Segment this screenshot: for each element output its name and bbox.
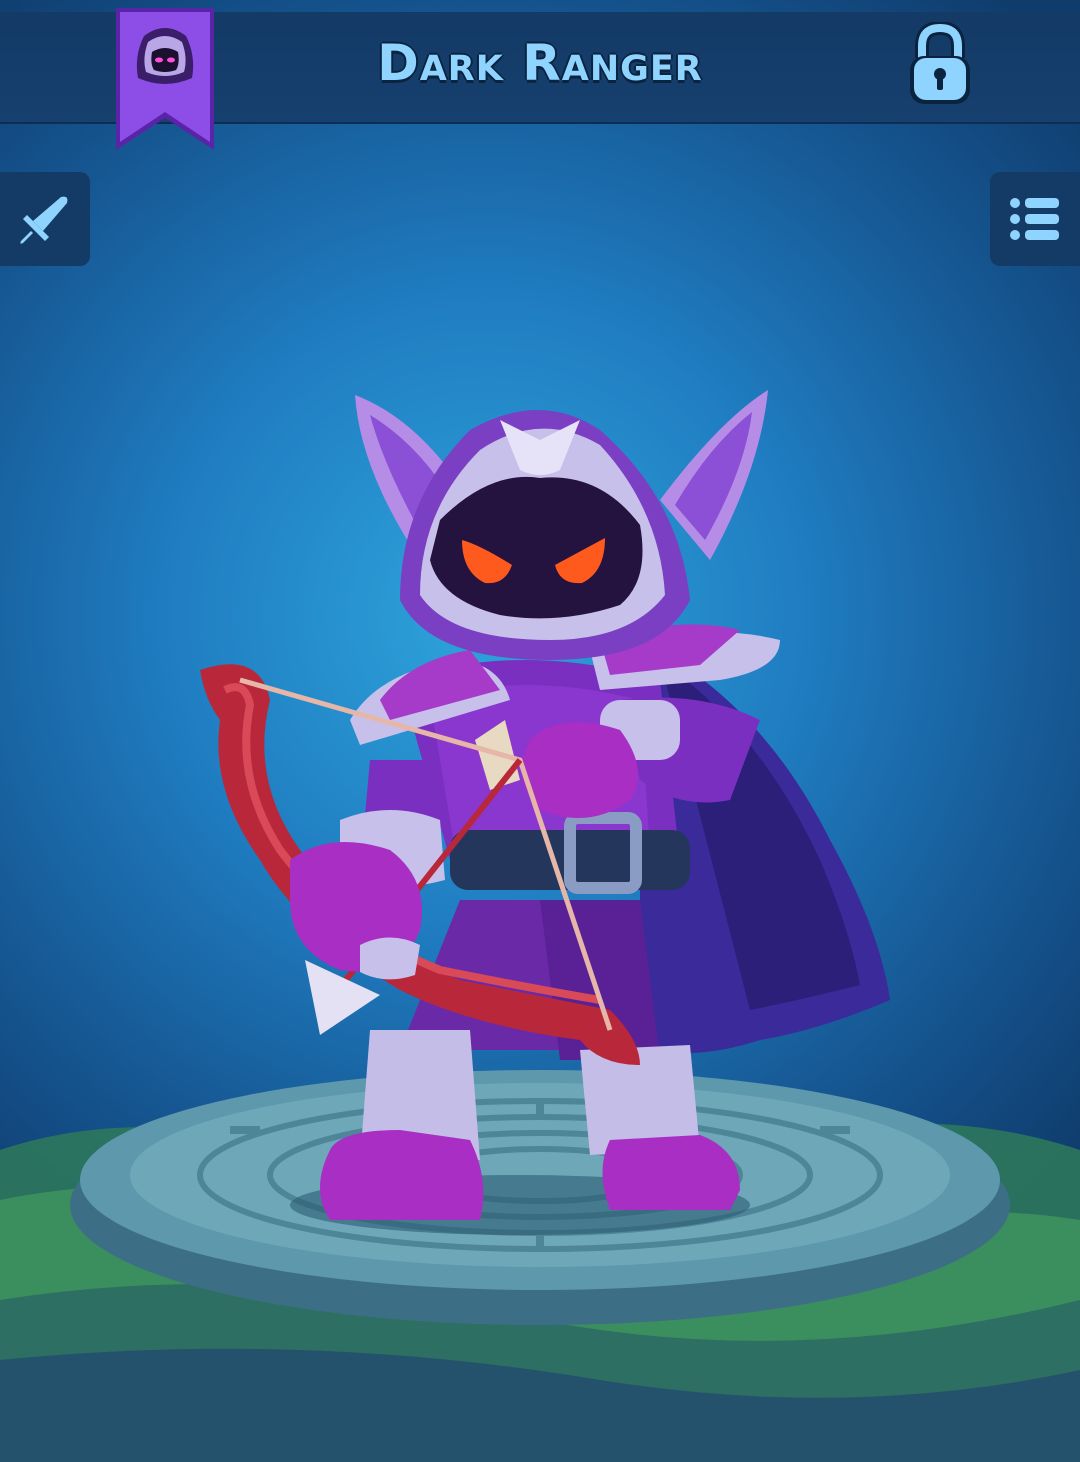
padlock-icon[interactable] bbox=[906, 22, 974, 108]
list-menu-icon bbox=[1010, 198, 1059, 240]
character-scene bbox=[0, 390, 1080, 1462]
hooded-figure-banner-icon[interactable] bbox=[114, 6, 216, 152]
details-menu-button[interactable] bbox=[990, 172, 1080, 266]
equipment-button[interactable] bbox=[0, 172, 90, 266]
sword-icon bbox=[20, 196, 68, 244]
